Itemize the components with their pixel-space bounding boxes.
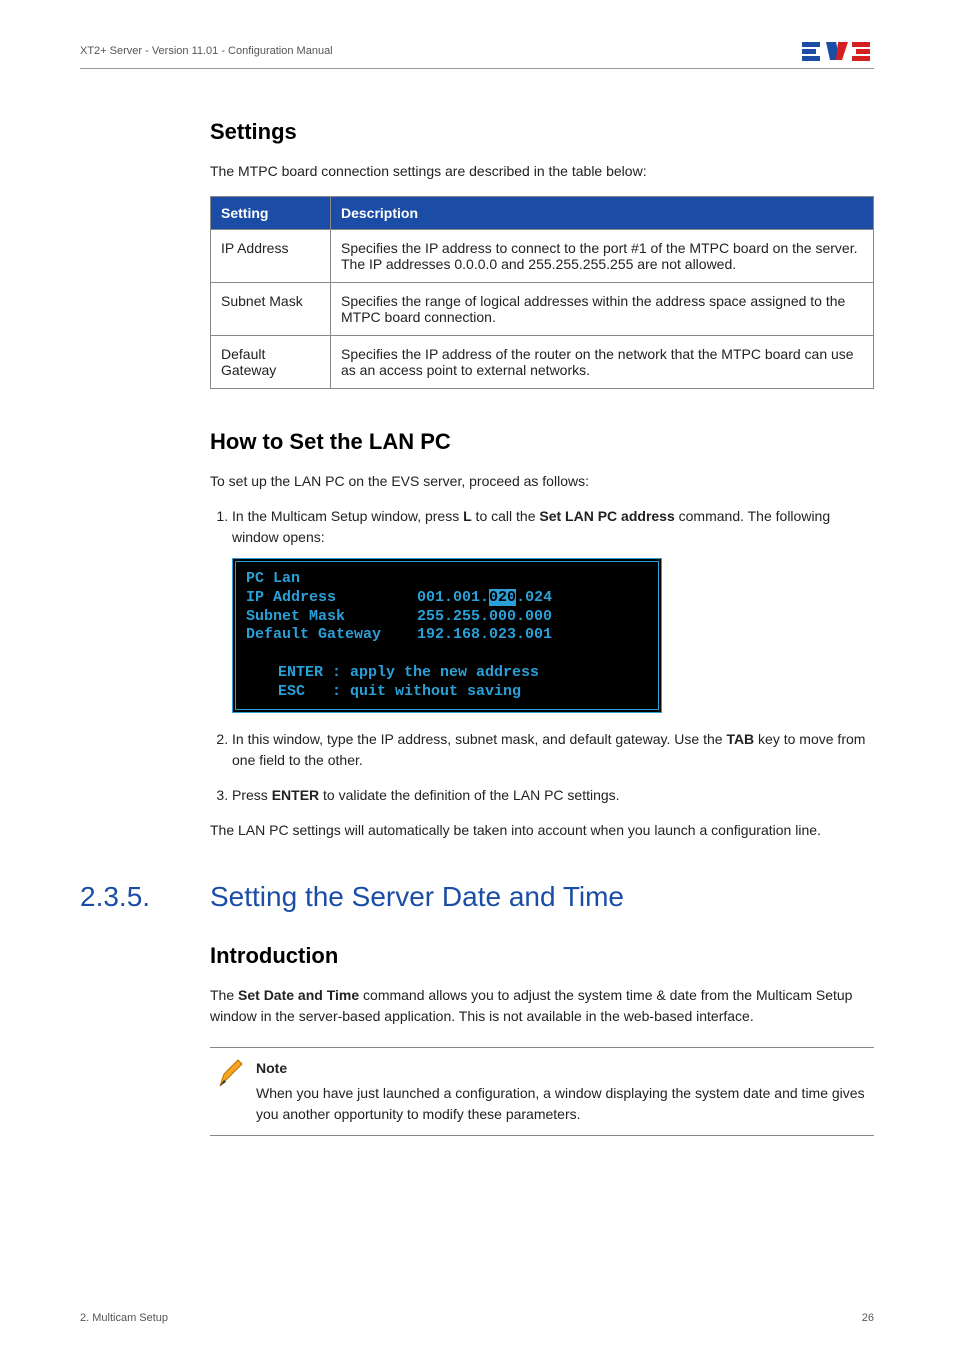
cell-desc: Specifies the IP address to connect to t…: [331, 230, 874, 283]
evs-logo: [802, 40, 874, 62]
intro-paragraph: The Set Date and Time command allows you…: [210, 985, 874, 1027]
cell-desc: Specifies the range of logical addresses…: [331, 283, 874, 336]
footer-right: 26: [862, 1312, 874, 1324]
intro-heading: Introduction: [210, 943, 874, 969]
lanpc-intro: To set up the LAN PC on the EVS server, …: [210, 471, 874, 492]
step-1: In the Multicam Setup window, press L to…: [232, 506, 874, 713]
section-title: Setting the Server Date and Time: [210, 881, 624, 913]
table-row: Default Gateway Specifies the IP address…: [211, 336, 874, 389]
col-setting: Setting: [211, 197, 331, 230]
section-number: 2.3.5.: [80, 881, 180, 913]
cell-name: Default Gateway: [211, 336, 331, 389]
header-text: XT2+ Server - Version 11.01 - Configurat…: [80, 45, 333, 57]
steps-list: In the Multicam Setup window, press L to…: [232, 506, 874, 806]
step-2: In this window, type the IP address, sub…: [232, 729, 874, 771]
section-heading-row: 2.3.5. Setting the Server Date and Time: [210, 881, 874, 913]
lanpc-closing: The LAN PC settings will automatically b…: [210, 820, 874, 841]
terminal-window: PC Lan IP Address 001.001.020.024 Subnet…: [232, 558, 662, 713]
page-header: XT2+ Server - Version 11.01 - Configurat…: [80, 40, 874, 69]
table-row: IP Address Specifies the IP address to c…: [211, 230, 874, 283]
settings-table: Setting Description IP Address Specifies…: [210, 196, 874, 389]
cell-name: IP Address: [211, 230, 331, 283]
table-row: Subnet Mask Specifies the range of logic…: [211, 283, 874, 336]
settings-heading: Settings: [210, 119, 874, 145]
col-description: Description: [331, 197, 874, 230]
pencil-icon: [216, 1056, 246, 1096]
footer-left: 2. Multicam Setup: [80, 1312, 168, 1324]
note-block: Note When you have just launched a confi…: [210, 1047, 874, 1136]
cell-desc: Specifies the IP address of the router o…: [331, 336, 874, 389]
lanpc-heading: How to Set the LAN PC: [210, 429, 874, 455]
cell-name: Subnet Mask: [211, 283, 331, 336]
note-body: When you have just launched a configurat…: [256, 1083, 874, 1125]
note-title: Note: [256, 1058, 874, 1079]
step-3: Press ENTER to validate the definition o…: [232, 785, 874, 806]
page-footer: 2. Multicam Setup 26: [80, 1312, 874, 1324]
settings-intro: The MTPC board connection settings are d…: [210, 161, 874, 182]
